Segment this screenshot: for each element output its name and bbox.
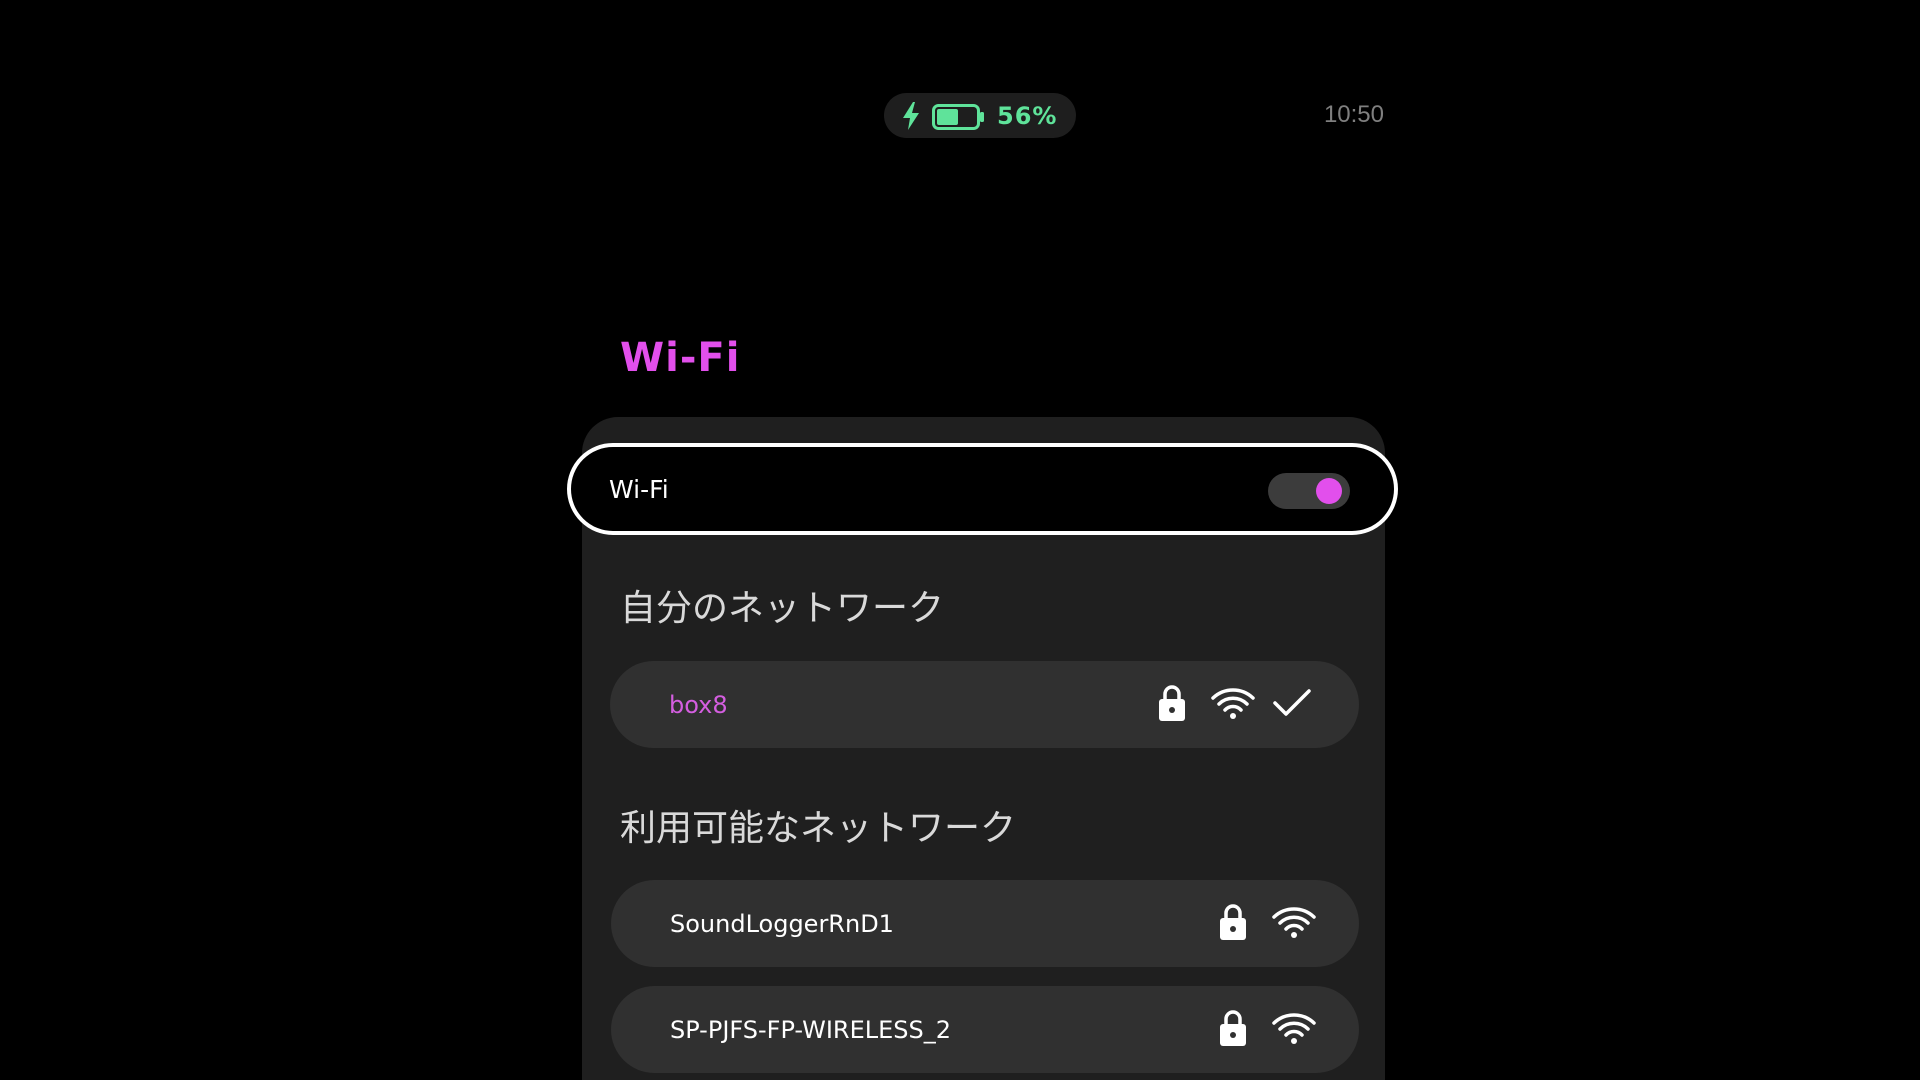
network-row-sp-pjfs-fp-wireless-2[interactable]: SP-PJFS-FP-WIRELESS_2 xyxy=(611,986,1359,1073)
wifi-toggle-switch[interactable] xyxy=(1268,473,1350,509)
battery-percent: 56% xyxy=(997,102,1058,130)
toggle-knob xyxy=(1316,478,1342,504)
wifi-toggle-label: Wi-Fi xyxy=(609,475,669,504)
wifi-icon xyxy=(1211,688,1255,719)
network-name: SP-PJFS-FP-WIRELESS_2 xyxy=(670,1016,952,1044)
lock-icon xyxy=(1159,685,1185,721)
clock: 10:50 xyxy=(1323,101,1384,128)
network-row-box8[interactable]: box8 xyxy=(610,661,1359,748)
network-name: SoundLoggerRnD1 xyxy=(670,910,894,938)
bolt-icon xyxy=(903,102,919,130)
available-networks-header: 利用可能なネットワーク xyxy=(620,808,1017,849)
battery-icon xyxy=(932,104,984,130)
network-row-soundloggerrnd1[interactable]: SoundLoggerRnD1 xyxy=(611,880,1359,967)
wifi-toggle-row[interactable]: Wi-Fi xyxy=(567,443,1398,535)
my-networks-header: 自分のネットワーク xyxy=(620,588,945,629)
page-title: Wi-Fi xyxy=(620,335,741,381)
battery-indicator: 56% xyxy=(884,93,1076,138)
wifi-icon xyxy=(1272,907,1316,938)
wifi-settings-screen: 56% 10:50 Wi-Fi Wi-Fi 自分のネットワーク box8 利用可… xyxy=(0,0,1920,1080)
network-name: box8 xyxy=(669,691,728,719)
check-icon xyxy=(1273,689,1311,716)
wifi-icon xyxy=(1272,1013,1316,1044)
lock-icon xyxy=(1220,1010,1246,1046)
lock-icon xyxy=(1220,904,1246,940)
